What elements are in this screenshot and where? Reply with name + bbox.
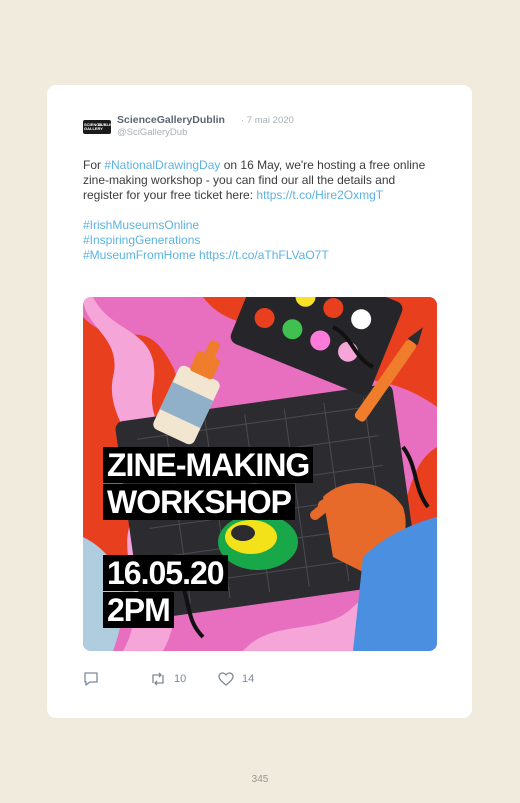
- image-time: 2PM: [103, 592, 174, 628]
- retweet-count: 10: [174, 673, 187, 685]
- reply-button[interactable]: [83, 672, 107, 686]
- tweet-card: SCIENCE GALLERY DUBLIN ScienceGalleryDub…: [47, 85, 472, 718]
- avatar-logo-left: SCIENCE GALLERY: [84, 122, 103, 131]
- tweet-image[interactable]: ZINE-MAKING WORKSHOP 16.05.20 2PM: [83, 297, 437, 651]
- tweet-text-part: For: [83, 158, 105, 172]
- hashtag-link[interactable]: #IrishMuseumsOnline: [83, 218, 199, 232]
- tweet-text: For #NationalDrawingDay on 16 May, we're…: [83, 158, 438, 263]
- image-title: ZINE-MAKING WORKSHOP: [103, 447, 314, 521]
- hashtag-link[interactable]: #MuseumFromHome: [83, 248, 196, 262]
- retweet-button[interactable]: 10: [150, 672, 186, 686]
- image-title-line: WORKSHOP: [103, 484, 295, 520]
- image-title-line: ZINE-MAKING: [103, 447, 314, 483]
- avatar[interactable]: SCIENCE GALLERY DUBLIN: [83, 120, 111, 134]
- tweet-actions: 10 14: [83, 672, 383, 692]
- tweet-date[interactable]: · 7 mai 2020: [241, 115, 294, 126]
- image-datetime: 16.05.20 2PM: [103, 555, 228, 629]
- avatar-logo-right: DUBLIN: [98, 122, 111, 127]
- url-link[interactable]: https://t.co/aThFLVaO7T: [199, 248, 329, 262]
- like-button[interactable]: 14: [218, 672, 254, 686]
- heart-icon: [218, 672, 234, 686]
- hashtag-link[interactable]: #InspiringGenerations: [83, 233, 200, 247]
- url-link[interactable]: https://t.co/Hire2OxmgT: [256, 188, 383, 202]
- retweet-icon: [152, 672, 164, 686]
- reply-icon: [84, 672, 98, 686]
- user-handle[interactable]: @SciGalleryDub: [117, 127, 187, 138]
- image-date: 16.05.20: [103, 555, 228, 591]
- display-name[interactable]: ScienceGalleryDublin: [117, 114, 225, 126]
- like-count: 14: [242, 673, 255, 685]
- page-number: 345: [251, 774, 269, 785]
- hashtag-link[interactable]: #NationalDrawingDay: [104, 158, 220, 172]
- tweet-header: SCIENCE GALLERY DUBLIN ScienceGalleryDub…: [83, 114, 443, 144]
